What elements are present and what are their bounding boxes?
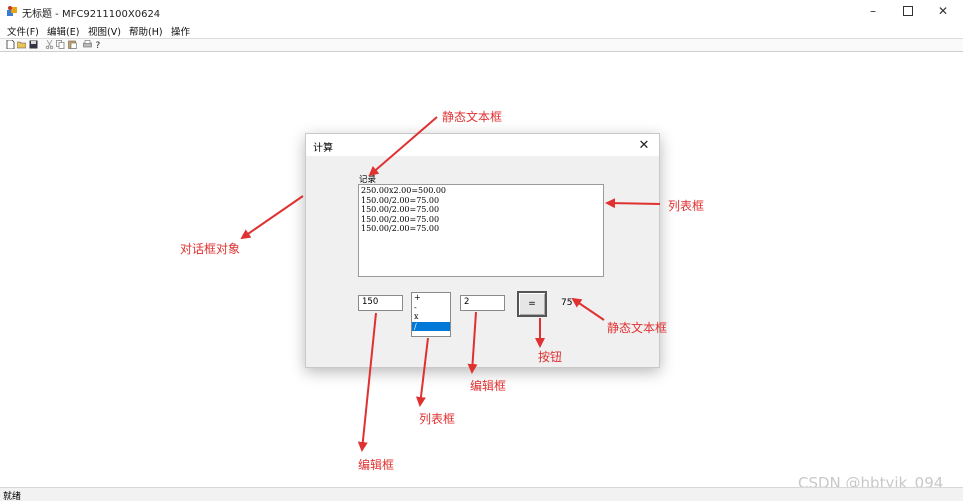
toolbar: ?	[0, 38, 963, 52]
annotation-edit-box-mid: 编辑框	[470, 379, 507, 393]
help-icon[interactable]: ?	[94, 40, 103, 49]
close-icon: ✕	[638, 137, 650, 153]
dialog-close-button[interactable]: ✕	[635, 136, 653, 154]
annotation-static-text-right: 静态文本框	[607, 321, 668, 335]
result-static-text: 75	[561, 298, 573, 308]
record-item[interactable]: 150.00/2.00=75.00	[361, 205, 601, 215]
record-item[interactable]: 150.00/2.00=75.00	[361, 224, 601, 234]
menu-file[interactable]: 文件(F)	[7, 24, 39, 38]
status-bar: 就绪	[0, 487, 963, 502]
operator-option-divide[interactable]: /	[412, 321, 450, 331]
operator-option-minus[interactable]: -	[412, 303, 450, 313]
annotation-button: 按钮	[538, 350, 563, 364]
record-list-box[interactable]: 250.00x2.00=500.00 150.00/2.00=75.00 150…	[358, 184, 604, 277]
mfc-app-icon	[7, 6, 17, 16]
operand1-edit[interactable]: 150	[358, 295, 403, 311]
minimize-icon: –	[870, 4, 876, 18]
operand2-edit[interactable]: 2	[460, 295, 505, 311]
close-icon: ✕	[937, 4, 949, 18]
annotation-list-box-right: 列表框	[668, 199, 705, 213]
open-folder-icon[interactable]	[17, 40, 26, 49]
maximize-button[interactable]	[891, 0, 925, 22]
annotation-list-box-bottom: 列表框	[419, 412, 456, 426]
paste-icon[interactable]	[68, 40, 77, 49]
annotation-edit-box-bottom: 编辑框	[358, 458, 395, 472]
menu-view[interactable]: 视图(V)	[88, 24, 121, 38]
title-bar: 无标题 - MFC9211100X0624 – ✕	[0, 0, 963, 22]
arrow-to-dialog	[240, 195, 304, 240]
dialog-title-bar: 计算 ✕	[306, 134, 659, 156]
window-title: 无标题 - MFC9211100X0624	[22, 9, 161, 20]
menu-operate[interactable]: 操作	[171, 24, 190, 38]
minimize-button[interactable]: –	[856, 0, 890, 22]
new-file-icon[interactable]	[6, 40, 15, 49]
maximize-icon	[903, 6, 913, 16]
operator-option-multiply[interactable]: x	[412, 312, 450, 322]
equals-button[interactable]: =	[517, 291, 547, 317]
svg-text:?: ?	[96, 41, 101, 49]
app-window: 无标题 - MFC9211100X0624 – ✕ 文件(F) 编辑(E) 视图…	[0, 0, 963, 502]
record-item[interactable]: 250.00x2.00=500.00	[361, 186, 601, 196]
close-button[interactable]: ✕	[926, 0, 960, 22]
cut-icon[interactable]	[45, 40, 54, 49]
dialog-title: 计算	[313, 143, 333, 154]
copy-icon[interactable]	[56, 40, 65, 49]
status-text: 就绪	[3, 492, 22, 502]
save-icon[interactable]	[29, 40, 38, 49]
record-item[interactable]: 150.00/2.00=75.00	[361, 215, 601, 225]
annotation-dialog-object: 对话框对象	[180, 242, 241, 256]
menu-edit[interactable]: 编辑(E)	[47, 24, 79, 38]
operator-list-box[interactable]: + - x /	[411, 292, 451, 337]
operator-option-plus[interactable]: +	[412, 293, 450, 303]
menu-help[interactable]: 帮助(H)	[129, 24, 163, 38]
print-icon[interactable]	[83, 40, 92, 49]
annotation-static-text-top: 静态文本框	[442, 110, 503, 124]
menu-bar: 文件(F) 编辑(E) 视图(V) 帮助(H) 操作	[0, 22, 963, 38]
record-item[interactable]: 150.00/2.00=75.00	[361, 196, 601, 206]
